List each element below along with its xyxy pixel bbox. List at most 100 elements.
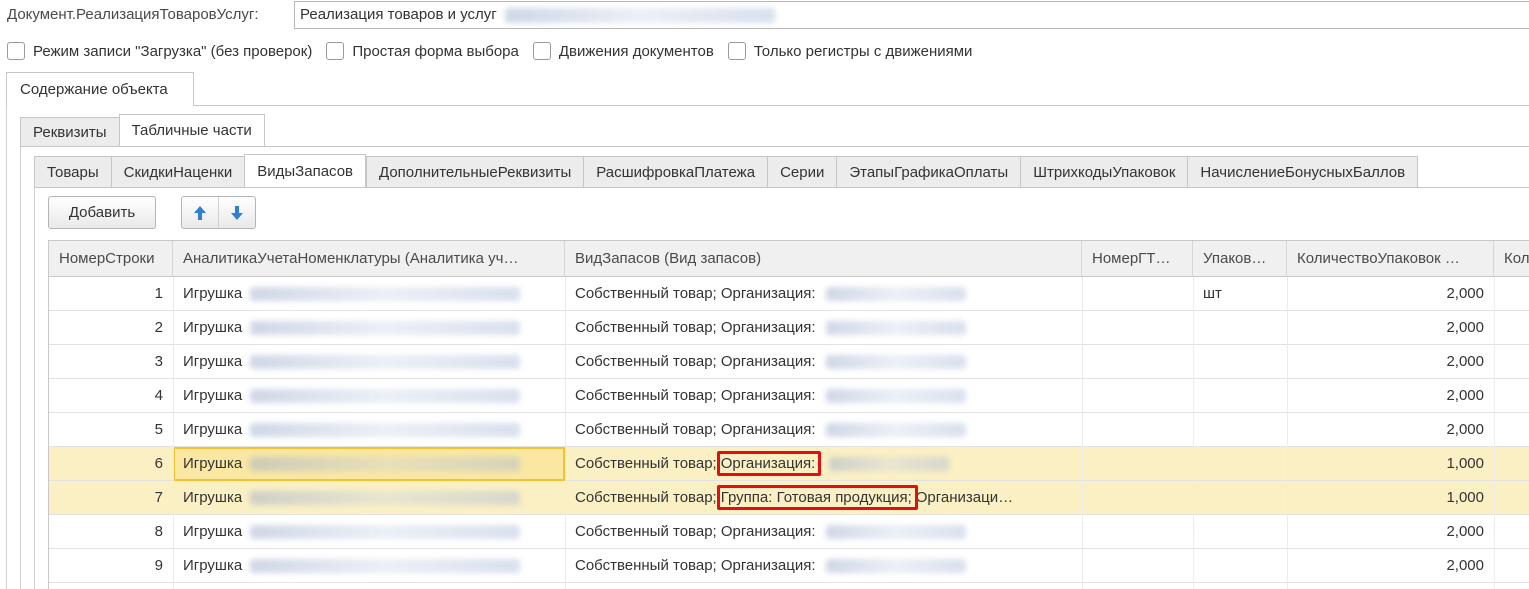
cell-gtd-number[interactable] [1082, 481, 1193, 515]
add-button[interactable]: Добавить [48, 196, 156, 229]
loading-mode-checkbox[interactable]: Режим записи "Загрузка" (без проверок) [7, 42, 312, 60]
column-header-gtd-number[interactable]: НомерГТ… [1082, 241, 1193, 277]
cell-qty[interactable] [1494, 481, 1529, 515]
table-row[interactable]: 3 Игрушка Собственный товар; Организация: 2… [49, 345, 1529, 379]
cell-package-qty[interactable]: 2,000 [1287, 515, 1494, 549]
checkbox-box[interactable] [727, 42, 746, 60]
cell-analytics[interactable]: Игрушка [173, 345, 565, 379]
table-row[interactable]: 6 Игрушка Собственный товар; Организация: 1,… [49, 447, 1529, 481]
cell-package-qty[interactable]: 2,000 [1287, 379, 1494, 413]
cell-package[interactable] [1193, 413, 1287, 447]
tab-payment-breakdown[interactable]: РасшифровкаПлатежа [583, 156, 768, 188]
column-header-qty[interactable]: Кол [1494, 241, 1529, 277]
cell-line-number[interactable]: 4 [49, 379, 173, 413]
cell-qty[interactable] [1494, 311, 1529, 345]
cell-gtd-number[interactable] [1082, 413, 1193, 447]
cell-package[interactable] [1193, 447, 1287, 481]
cell-line-number[interactable]: 8 [49, 515, 173, 549]
cell-stock-kind[interactable]: Собственный товар; Организация: [565, 379, 1082, 413]
cell-stock-kind[interactable]: Собственный товар; Организация: [565, 277, 1082, 311]
column-header-package[interactable]: Упаков… [1193, 241, 1287, 277]
cell-line-number[interactable]: 5 [49, 413, 173, 447]
tab-discounts[interactable]: СкидкиНаценки [110, 156, 245, 188]
cell-package[interactable]: шт [1193, 277, 1287, 311]
checkbox-box[interactable] [7, 42, 25, 60]
cell-analytics[interactable]: Игрушка [173, 413, 565, 447]
checkbox-box[interactable] [326, 42, 345, 60]
cell-gtd-number[interactable] [1082, 311, 1193, 345]
tab-series[interactable]: Серии [767, 156, 837, 188]
cell-line-number[interactable]: 3 [49, 345, 173, 379]
cell-analytics[interactable]: Игрушка [173, 515, 565, 549]
cell-qty[interactable] [1494, 515, 1529, 549]
table-row[interactable]: 2 Игрушка Собственный товар; Организация: 2… [49, 311, 1529, 345]
document-ref-field[interactable]: Реализация товаров и услуг [294, 1, 1529, 29]
table-row[interactable]: 4 Игрушка Собственный товар; Организация: 2… [49, 379, 1529, 413]
move-up-button[interactable] [182, 197, 219, 228]
cell-gtd-number[interactable] [1082, 447, 1193, 481]
document-movements-checkbox[interactable]: Движения документов [532, 42, 714, 60]
cell-package[interactable] [1193, 481, 1287, 515]
cell-qty[interactable] [1494, 549, 1529, 583]
tab-goods[interactable]: Товары [34, 156, 111, 188]
table-row[interactable]: 9 Игрушка Собственный товар; Организация: 2… [49, 549, 1529, 583]
cell-stock-kind[interactable]: Собственный товар; Организация: [565, 345, 1082, 379]
cell-stock-kind[interactable]: Собственный товар; Организация: [565, 515, 1082, 549]
move-down-button[interactable] [219, 197, 255, 228]
cell-gtd-number[interactable] [1082, 345, 1193, 379]
tab-table-parts[interactable]: Табличные части [118, 114, 265, 147]
cell-qty[interactable] [1494, 413, 1529, 447]
cell-qty[interactable] [1494, 277, 1529, 311]
cell-analytics[interactable]: Игрушка [173, 311, 565, 345]
cell-package-qty[interactable]: 1,000 [1287, 481, 1494, 515]
cell-package-qty[interactable]: 1,000 [1287, 447, 1494, 481]
cell-gtd-number[interactable] [1082, 277, 1193, 311]
cell-analytics[interactable]: Игрушка [173, 447, 565, 481]
cell-gtd-number[interactable] [1082, 549, 1193, 583]
cell-line-number[interactable]: 9 [49, 549, 173, 583]
cell-line-number[interactable]: 2 [49, 311, 173, 345]
cell-analytics[interactable]: Игрушка [173, 549, 565, 583]
column-header-line-number[interactable]: НомерСтроки [49, 241, 173, 277]
cell-analytics[interactable]: Игрушка [173, 379, 565, 413]
cell-qty[interactable] [1494, 345, 1529, 379]
table-row[interactable]: 7 Игрушка Собственный товар; Группа: Готова… [49, 481, 1529, 515]
simple-choice-form-checkbox[interactable]: Простая форма выбора [326, 42, 519, 60]
cell-line-number[interactable]: 6 [49, 447, 173, 481]
registers-with-movements-checkbox[interactable]: Только регистры с движениями [727, 42, 972, 60]
table-row[interactable]: 5 Игрушка Собственный товар; Организация: 2… [49, 413, 1529, 447]
table-row[interactable]: 8 Игрушка Собственный товар; Организация: 2… [49, 515, 1529, 549]
tab-bonus-points[interactable]: НачислениеБонусныхБаллов [1187, 156, 1419, 188]
tab-payment-schedule[interactable]: ЭтапыГрафикаОплаты [836, 156, 1021, 188]
cell-package-qty[interactable]: 2,000 [1287, 311, 1494, 345]
tab-package-barcodes[interactable]: ШтрихкодыУпаковок [1020, 156, 1188, 188]
column-header-analytics[interactable]: АналитикаУчетаНоменклатуры (Аналитика уч… [173, 241, 565, 277]
column-header-stock-kind[interactable]: ВидЗапасов (Вид запасов) [565, 241, 1082, 277]
cell-stock-kind[interactable]: Собственный товар; Организация: [565, 447, 1082, 481]
cell-qty[interactable] [1494, 447, 1529, 481]
tab-requisites[interactable]: Реквизиты [20, 117, 119, 147]
cell-package[interactable] [1193, 515, 1287, 549]
cell-package-qty[interactable]: 2,000 [1287, 277, 1494, 311]
cell-qty[interactable] [1494, 379, 1529, 413]
tab-object-content[interactable]: Содержание объекта [6, 72, 194, 106]
tab-additional-requisites[interactable]: ДополнительныеРеквизиты [366, 156, 584, 188]
cell-package[interactable] [1193, 345, 1287, 379]
checkbox-box[interactable] [532, 42, 551, 60]
cell-package[interactable] [1193, 379, 1287, 413]
cell-gtd-number[interactable] [1082, 515, 1193, 549]
tab-stock-kinds[interactable]: ВидыЗапасов [244, 154, 367, 188]
cell-package-qty[interactable]: 2,000 [1287, 549, 1494, 583]
cell-line-number[interactable]: 7 [49, 481, 173, 515]
cell-package-qty[interactable]: 2,000 [1287, 345, 1494, 379]
cell-package[interactable] [1193, 311, 1287, 345]
cell-analytics[interactable]: Игрушка [173, 481, 565, 515]
cell-stock-kind[interactable]: Собственный товар; Группа: Готовая продук… [565, 481, 1082, 515]
cell-stock-kind[interactable]: Собственный товар; Организация: [565, 311, 1082, 345]
cell-stock-kind[interactable]: Собственный товар; Организация: [565, 413, 1082, 447]
cell-package[interactable] [1193, 549, 1287, 583]
cell-gtd-number[interactable] [1082, 379, 1193, 413]
column-header-package-qty[interactable]: КоличествоУпаковок … [1287, 241, 1494, 277]
table-row[interactable]: 1 Игрушка Собственный товар; Организация: ш… [49, 277, 1529, 311]
cell-analytics[interactable]: Игрушка [173, 277, 565, 311]
